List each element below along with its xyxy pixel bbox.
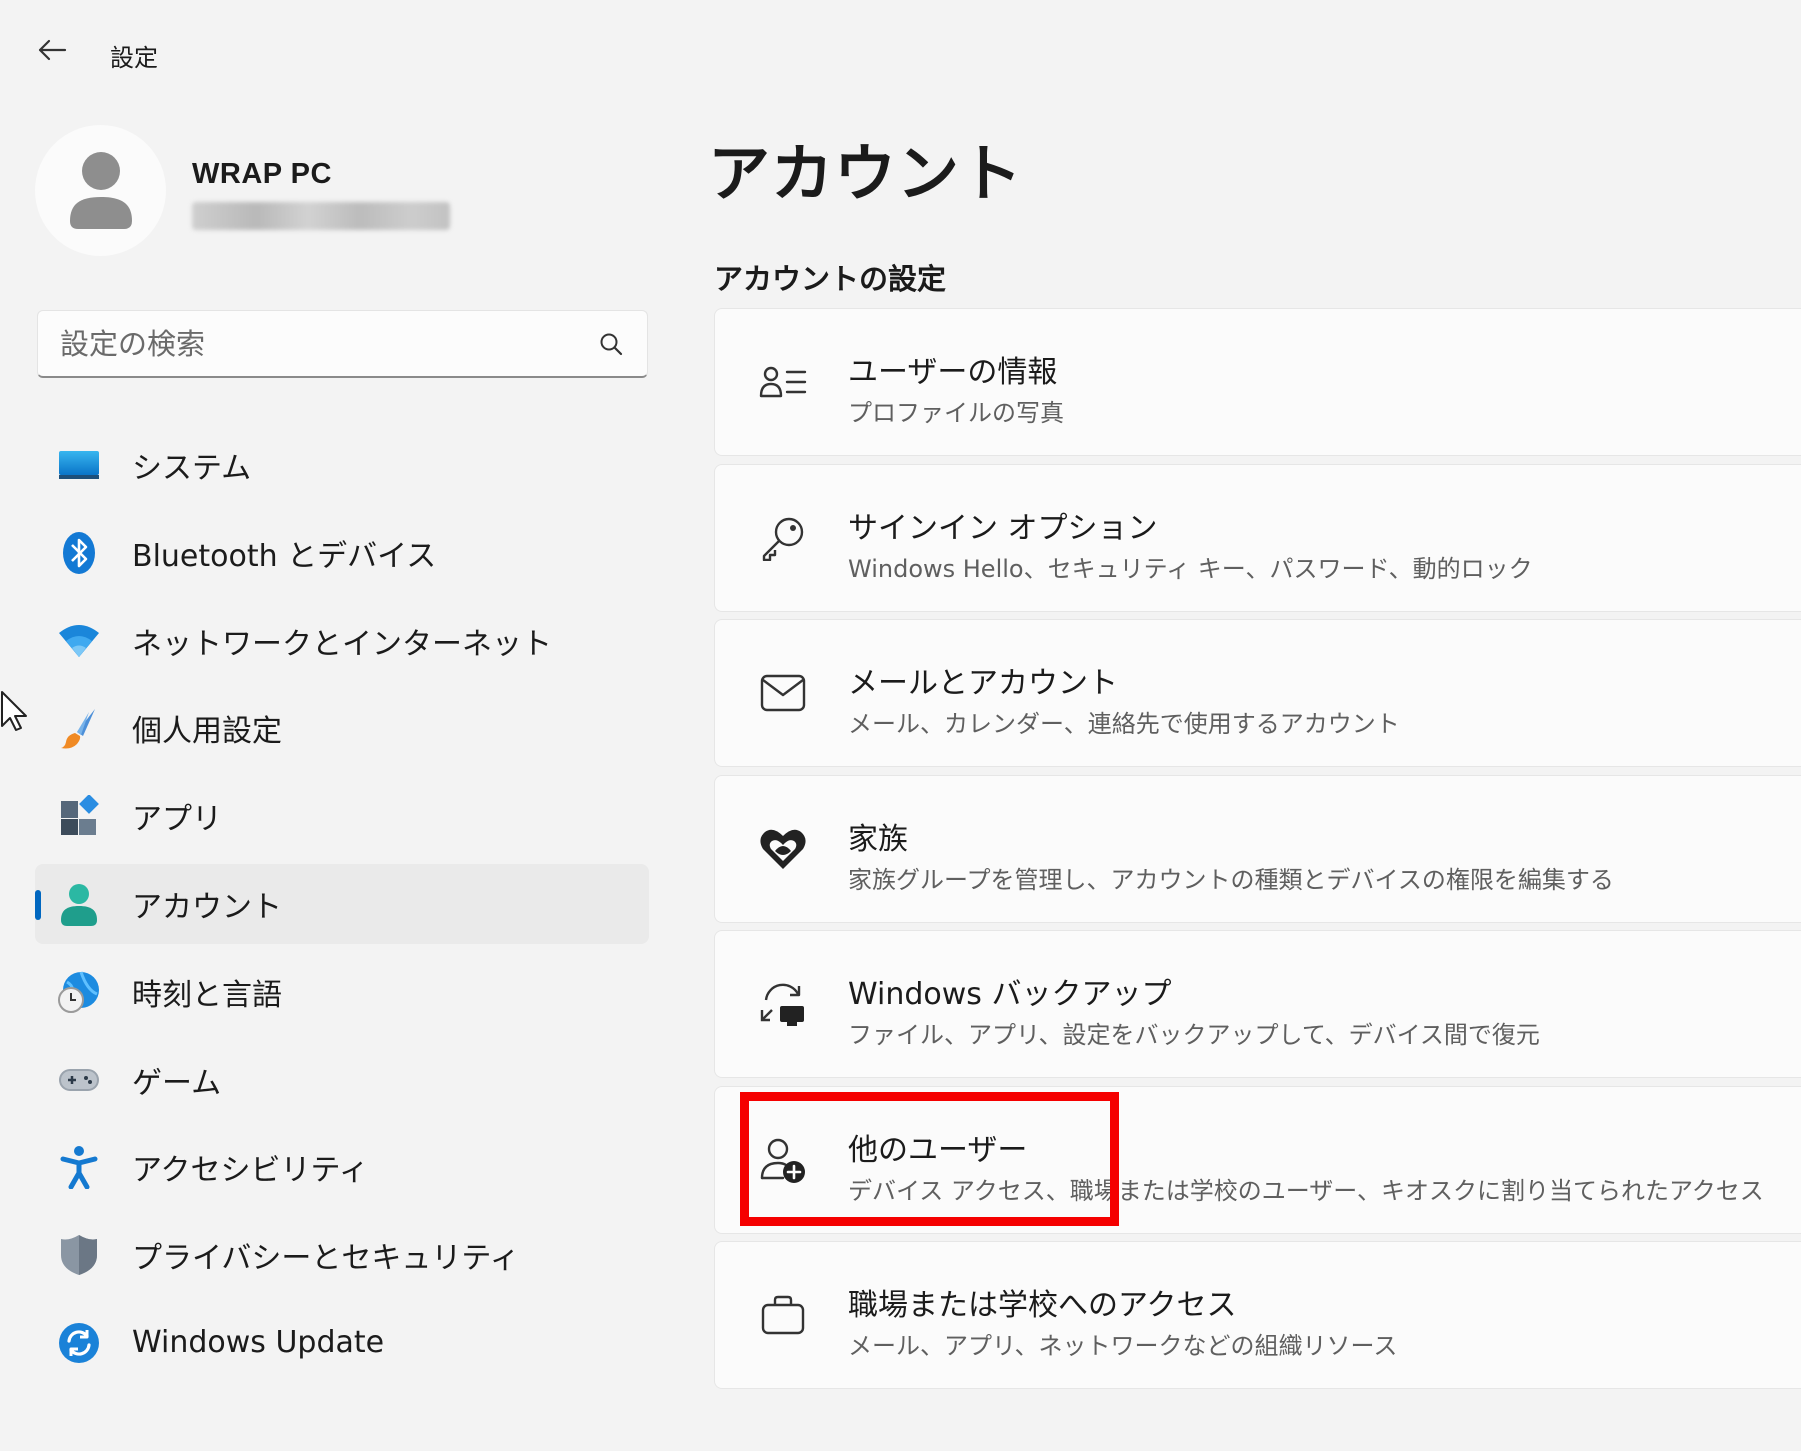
sidebar-item-label: Windows Update	[132, 1325, 385, 1361]
sidebar-item-label: 個人用設定	[132, 714, 282, 750]
card-subtitle: ファイル、アプリ、設定をバックアップして、デバイス間で復元	[848, 1021, 1540, 1049]
sidebar-item-label: Bluetooth とデバイス	[132, 538, 437, 574]
card-subtitle: プロファイルの写真	[848, 399, 1064, 427]
wifi-icon	[57, 619, 101, 663]
sidebar-item-label: プライバシーとセキュリティ	[132, 1241, 520, 1277]
arrow-left-icon	[37, 38, 67, 66]
sidebar-item-label: アカウント	[132, 889, 282, 925]
bluetooth-icon	[57, 531, 101, 575]
card-sign-in-options[interactable]: サインイン オプション Windows Hello、セキュリティ キー、パスワー…	[714, 463, 1801, 612]
sidebar-item-bluetooth[interactable]: Bluetooth とデバイス	[35, 513, 649, 593]
key-icon	[757, 512, 809, 564]
family-heart-icon	[757, 823, 809, 875]
card-subtitle: メール、アプリ、ネットワークなどの組織リソース	[848, 1332, 1398, 1360]
profile-email-blurred: ••••••••••••••••••••	[192, 202, 450, 230]
accessibility-icon	[57, 1145, 101, 1190]
settings-card-list: ユーザーの情報 プロファイルの写真 サインイン オプション Windows He…	[714, 308, 1801, 1397]
person-add-icon	[757, 1134, 809, 1186]
card-email-accounts[interactable]: メールとアカウント メール、カレンダー、連絡先で使用するアカウント	[714, 619, 1801, 767]
profile-name: WRAP PC	[192, 158, 332, 190]
apps-icon	[57, 794, 101, 838]
backup-icon	[757, 978, 809, 1030]
card-other-users[interactable]: 他のユーザー デバイス アクセス、職場または学校のユーザー、キオスクに割り当てら…	[714, 1085, 1801, 1234]
sidebar-item-privacy[interactable]: プライバシーとセキュリティ	[35, 1215, 649, 1295]
search-icon[interactable]	[597, 330, 625, 358]
card-title: サインイン オプション	[848, 510, 1158, 546]
person-list-icon	[757, 356, 809, 408]
sidebar-item-label: 時刻と言語	[132, 977, 282, 1013]
gamepad-icon	[57, 1058, 101, 1102]
sidebar-item-time-language[interactable]: 時刻と言語	[35, 952, 649, 1032]
card-title: Windows バックアップ	[848, 977, 1172, 1012]
card-title: メールとアカウント	[848, 666, 1118, 701]
card-access-work-school[interactable]: 職場または学校へのアクセス メール、アプリ、ネットワークなどの組織リソース	[714, 1241, 1801, 1389]
sidebar-item-label: アクセシビリティ	[132, 1153, 369, 1189]
sync-icon	[57, 1321, 101, 1365]
paintbrush-icon	[57, 706, 101, 750]
search-input[interactable]	[60, 326, 597, 361]
card-title: 家族	[848, 821, 908, 857]
sidebar-item-windows-update[interactable]: Windows Update	[35, 1303, 649, 1383]
sidebar-nav: システム Bluetooth とデバイス ネットワークとインターネット 個人用設…	[35, 425, 649, 1391]
card-title: 職場または学校へのアクセス	[848, 1288, 1237, 1323]
card-your-info[interactable]: ユーザーの情報 プロファイルの写真	[714, 308, 1801, 456]
person-silhouette-icon	[66, 149, 136, 233]
mail-icon	[757, 667, 809, 719]
search-box[interactable]	[37, 310, 648, 378]
sidebar-item-accessibility[interactable]: アクセシビリティ	[35, 1127, 649, 1207]
sidebar-item-label: アプリ	[132, 802, 222, 838]
back-button[interactable]	[30, 30, 74, 74]
section-title: アカウントの設定	[714, 262, 947, 296]
card-windows-backup[interactable]: Windows バックアップ ファイル、アプリ、設定をバックアップして、デバイス…	[714, 930, 1801, 1078]
shield-icon	[57, 1233, 101, 1277]
sidebar-item-system[interactable]: システム	[35, 425, 649, 505]
card-subtitle: 家族グループを管理し、アカウントの種類とデバイスの権限を編集する	[848, 865, 1614, 894]
globe-clock-icon	[57, 970, 101, 1014]
card-subtitle: デバイス アクセス、職場または学校のユーザー、キオスクに割り当てられたアクセス	[848, 1176, 1764, 1205]
card-title: 他のユーザー	[848, 1132, 1028, 1168]
sidebar-item-gaming[interactable]: ゲーム	[35, 1040, 649, 1120]
sidebar-item-personalization[interactable]: 個人用設定	[35, 688, 649, 768]
sidebar-item-label: システム	[132, 451, 252, 486]
sidebar-item-label: ネットワークとインターネット	[132, 626, 552, 662]
app-title: 設定	[110, 44, 158, 72]
sidebar-item-apps[interactable]: アプリ	[35, 776, 649, 856]
card-title: ユーザーの情報	[848, 355, 1058, 390]
card-subtitle: Windows Hello、セキュリティ キー、パスワード、動的ロック	[848, 554, 1533, 583]
avatar[interactable]	[35, 125, 166, 256]
page-title: アカウント	[708, 137, 1024, 210]
sidebar-item-accounts[interactable]: アカウント	[35, 863, 649, 944]
sidebar-item-network[interactable]: ネットワークとインターネット	[35, 601, 649, 681]
title-bar: 設定	[0, 0, 1801, 105]
mouse-cursor-icon	[0, 690, 30, 734]
card-subtitle: メール、カレンダー、連絡先で使用するアカウント	[848, 710, 1400, 738]
monitor-icon	[57, 443, 101, 487]
sidebar-item-label: ゲーム	[132, 1065, 222, 1101]
card-family[interactable]: 家族 家族グループを管理し、アカウントの種類とデバイスの権限を編集する	[714, 774, 1801, 923]
briefcase-icon	[757, 1289, 809, 1341]
person-icon	[57, 882, 101, 926]
